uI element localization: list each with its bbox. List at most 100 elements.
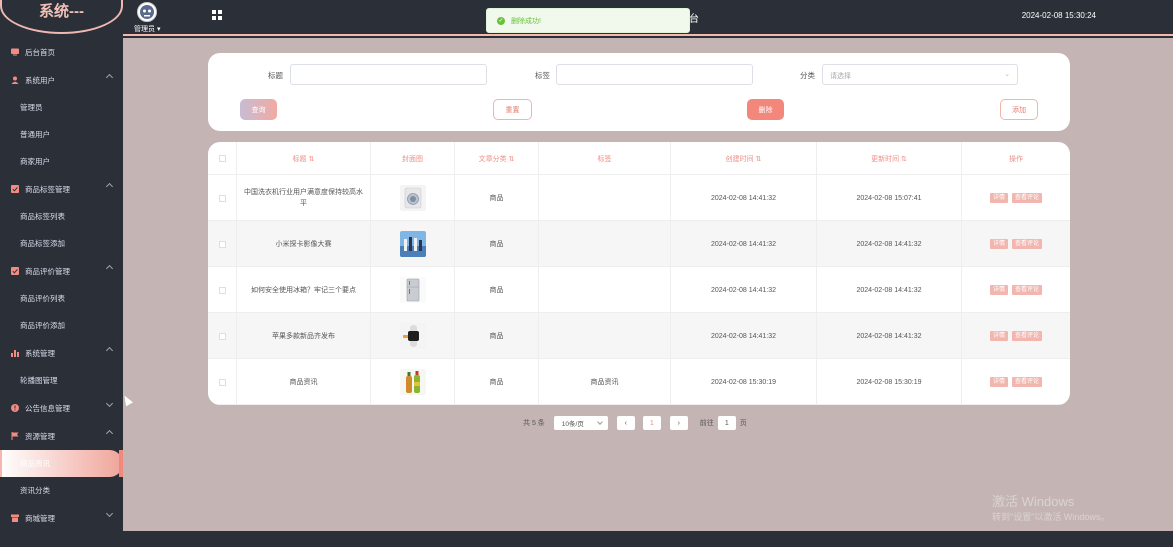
- select-all-checkbox[interactable]: [218, 155, 226, 162]
- sidebar-subitem[interactable]: 普通用户: [0, 121, 123, 148]
- sort-icon: ⇅: [308, 155, 315, 163]
- row-created: 2024-02-08 14:41:32: [711, 240, 776, 248]
- sidebar-subitem[interactable]: 商品资讯: [0, 450, 123, 477]
- row-updated: 2024-02-08 14:41:32: [856, 332, 922, 340]
- sidebar-item[interactable]: 公告信息管理: [0, 394, 123, 422]
- row-category: 商品: [489, 286, 504, 294]
- sidebar-subitem[interactable]: 商品标签列表: [0, 203, 123, 230]
- table-row[interactable]: 如何安全使用冰箱？牢记三个要点 商品 2024-02-08 14:41:32 2024…: [208, 267, 1070, 313]
- sidebar-subitem[interactable]: 商品评价列表: [0, 285, 123, 312]
- table-header: 标题 ⇅ 封面图 文章分类 ⇅ 标签 创建时间 ⇅ 更新时间 ⇅ 操作: [208, 142, 1070, 175]
- col-created-label: 创建时间: [725, 155, 754, 163]
- next-page-button[interactable]: ›: [669, 416, 688, 430]
- detail-button[interactable]: 详情: [989, 193, 1008, 203]
- add-button[interactable]: 添加: [1000, 99, 1038, 120]
- created-cell: 2024-02-08 14:41:32: [671, 267, 817, 313]
- sidebar-subitem[interactable]: 商品标签添加: [0, 230, 123, 257]
- user-name: 管理员: [134, 26, 155, 33]
- apps-grid-icon[interactable]: [212, 10, 222, 20]
- detail-button[interactable]: 详情: [989, 239, 1008, 249]
- tag-cell: [539, 267, 671, 313]
- table-row[interactable]: 中国洗衣机行业用户满意度保持较高水平 商品 2024-02-08 14:41:32 2…: [208, 175, 1070, 221]
- row-category: 商品: [489, 194, 504, 202]
- table-row[interactable]: 小米探卡影像大赛 商品 2024-02-08 14:41:32 2024-02-08 …: [208, 221, 1070, 267]
- view-comments-button[interactable]: 查看评论: [1012, 285, 1043, 295]
- cover-image[interactable]: [399, 185, 426, 211]
- col-created[interactable]: 创建时间 ⇅: [671, 142, 817, 175]
- sidebar-subitem[interactable]: 轮播图管理: [0, 367, 123, 394]
- detail-button[interactable]: 详情: [989, 331, 1008, 341]
- category-cell: 商品: [455, 175, 539, 221]
- shop-icon: [10, 514, 19, 522]
- title-cell: 小米探卡影像大赛: [237, 221, 371, 267]
- sidebar-subitem[interactable]: 资讯分类: [0, 477, 123, 504]
- view-comments-button[interactable]: 查看评论: [1012, 239, 1043, 249]
- sidebar-item[interactable]: 系统管理: [0, 339, 123, 367]
- updated-cell: 2024-02-08 14:41:32: [817, 221, 962, 267]
- col-category[interactable]: 文章分类 ⇅: [455, 142, 539, 175]
- page-size-select[interactable]: 10条/页: [553, 416, 608, 430]
- sidebar: 系统--- 后台首页系统用户管理员 普通用户商家用户商品标签管理 商品标签列表 商品标…: [0, 0, 123, 547]
- sidebar-item[interactable]: 商城管理: [0, 504, 123, 532]
- sidebar-item[interactable]: 商品评价管理: [0, 257, 123, 285]
- row-title: 如何安全使用冰箱？牢记三个要点: [251, 286, 356, 294]
- view-comments-button[interactable]: 查看评论: [1012, 331, 1043, 341]
- sidebar-item[interactable]: 系统用户: [0, 66, 123, 94]
- col-actions-label: 操作: [1009, 155, 1023, 163]
- col-title-label: 标题: [292, 155, 307, 163]
- category-select[interactable]: 请选择 ⌄: [822, 64, 1018, 85]
- cover-image[interactable]: [399, 323, 426, 349]
- tag-input[interactable]: [556, 64, 753, 85]
- reset-button[interactable]: 重置: [493, 99, 532, 120]
- user-menu[interactable]: 管理员 ▾: [134, 24, 160, 34]
- sidebar-subitem[interactable]: 管理员: [0, 94, 123, 121]
- title-input[interactable]: [290, 64, 487, 85]
- page-title-fragment: 台: [689, 14, 699, 25]
- category-cell: 商品: [455, 313, 539, 359]
- delete-button[interactable]: 删除: [747, 99, 784, 120]
- created-cell: 2024-02-08 15:30:19: [671, 359, 817, 405]
- sidebar-subitem-label: 轮播图管理: [20, 376, 58, 385]
- sidebar-subitem[interactable]: 商家用户: [0, 148, 123, 175]
- goto-label: 前往: [699, 420, 714, 427]
- sidebar-item[interactable]: 商品标签管理: [0, 175, 123, 203]
- cover-image[interactable]: [399, 277, 426, 303]
- actions-cell: 详情 查看评论: [962, 175, 1070, 221]
- row-title: 中国洗衣机行业用户满意度保持较高水平: [244, 189, 363, 207]
- detail-button[interactable]: 详情: [989, 285, 1008, 295]
- row-checkbox[interactable]: [218, 332, 226, 340]
- app-logo: 系统---: [39, 3, 84, 20]
- sidebar-item-label: 系统用户: [25, 75, 55, 85]
- table-row[interactable]: 商品资讯 商品 商品资讯 2024-02-08 15:30:19 2024-02-08 …: [208, 359, 1070, 405]
- sidebar-item-label: 系统管理: [25, 348, 55, 358]
- query-button[interactable]: 查询: [240, 99, 277, 120]
- created-cell: 2024-02-08 14:41:32: [671, 221, 817, 267]
- sidebar-item-label: 商城管理: [25, 513, 55, 523]
- row-checkbox[interactable]: [218, 286, 226, 294]
- page-number-button[interactable]: 1: [642, 416, 661, 430]
- table-row[interactable]: 苹果多款新品齐发布 商品 2024-02-08 14:41:32 2024-02-08…: [208, 313, 1070, 359]
- sidebar-item-label: 商品评价管理: [25, 266, 70, 276]
- view-comments-button[interactable]: 查看评论: [1012, 193, 1043, 203]
- sidebar-item[interactable]: 后台首页: [0, 38, 123, 66]
- row-checkbox[interactable]: [218, 194, 226, 202]
- cover-image[interactable]: [399, 231, 426, 257]
- goto-page-input[interactable]: 1: [717, 416, 736, 430]
- col-updated[interactable]: 更新时间 ⇅: [817, 142, 962, 175]
- row-checkbox[interactable]: [218, 240, 226, 248]
- detail-button[interactable]: 详情: [989, 377, 1008, 387]
- row-updated: 2024-02-08 14:41:32: [856, 240, 922, 248]
- col-title[interactable]: 标题 ⇅: [237, 142, 371, 175]
- col-tag: 标签: [539, 142, 671, 175]
- row-updated: 2024-02-08 15:07:41: [856, 194, 922, 202]
- view-comments-button[interactable]: 查看评论: [1012, 377, 1043, 387]
- row-checkbox[interactable]: [218, 378, 226, 386]
- cover-image[interactable]: [399, 369, 426, 395]
- select-all-cell: [208, 142, 237, 175]
- prev-page-button[interactable]: ‹: [616, 416, 635, 430]
- total-count: 共 5 条: [523, 420, 545, 427]
- sidebar-item[interactable]: 资源管理: [0, 422, 123, 450]
- avatar[interactable]: [137, 2, 157, 22]
- sidebar-subitem-label: 商家用户: [20, 157, 50, 166]
- sidebar-subitem[interactable]: 商品评价添加: [0, 312, 123, 339]
